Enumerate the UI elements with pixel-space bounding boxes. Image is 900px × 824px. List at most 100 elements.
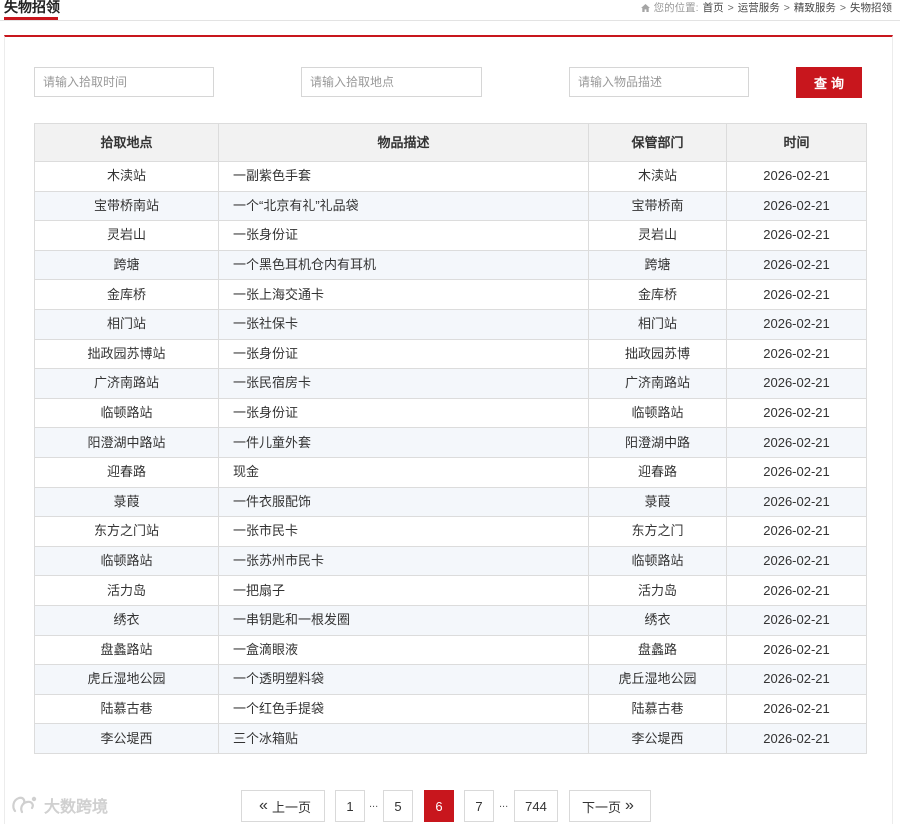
cell-time: 2026-02-21 [726,161,867,192]
cell-description: 一张身份证 [218,397,589,429]
cell-place: 灵岩山 [34,220,219,251]
table-row: 迎春路 现金 迎春路 2026-02-21 [34,456,867,488]
cell-place: 木渎站 [34,161,219,192]
cell-department: 迎春路 [588,456,727,488]
table-row: 绣衣 一串钥匙和一根发圈 绣衣 2026-02-21 [34,604,867,636]
cell-department: 广济南路站 [588,368,727,399]
cell-description: 一张上海交通卡 [218,279,589,310]
prev-page-button[interactable]: « 上一页 [241,790,325,822]
cell-description: 一个黑色耳机仓内有耳机 [218,249,589,281]
cell-place: 盘蠡路站 [34,634,219,666]
cell-department: 临顿路站 [588,545,727,577]
cell-description: 一张苏州市民卡 [218,545,589,577]
page-title: 失物招领 [4,0,60,15]
table-row: 金库桥 一张上海交通卡 金库桥 2026-02-21 [34,279,867,310]
cell-department: 木渎站 [588,161,727,192]
cell-description: 一件儿童外套 [218,427,589,458]
page-button-7[interactable]: 7 [464,790,494,822]
table-row: 相门站 一张社保卡 相门站 2026-02-21 [34,308,867,340]
cell-place: 李公堤西 [34,723,219,754]
lost-items-table-container: 拾取地点 物品描述 保管部门 时间 木渎站 一副紫色手套 木渎站 2026-02-21… [34,123,867,754]
table-row: 虎丘湿地公园 一个透明塑料袋 虎丘湿地公园 2026-02-21 [34,664,867,695]
cell-place: 广济南路站 [34,368,219,399]
cell-place: 菉葭 [34,486,219,518]
prev-page-label: 上一页 [271,799,311,815]
cell-place: 金库桥 [34,279,219,310]
item-description-input[interactable] [569,67,749,97]
cell-description: 一个透明塑料袋 [218,664,589,695]
cell-time: 2026-02-21 [726,545,867,577]
column-header-department: 保管部门 [588,123,727,162]
table-row: 阳澄湖中路站 一件儿童外套 阳澄湖中路 2026-02-21 [34,427,867,458]
cell-place: 宝带桥南站 [34,190,219,222]
breadcrumb-operations[interactable]: 运营服务 [738,1,780,15]
header-divider [0,20,900,21]
cell-department: 拙政园苏博 [588,338,727,370]
watermark: 大数跨境 [10,793,108,817]
table-row: 陆慕古巷 一个红色手提袋 陆慕古巷 2026-02-21 [34,693,867,725]
table-row: 广济南路站 一张民宿房卡 广济南路站 2026-02-21 [34,368,867,399]
cell-time: 2026-02-21 [726,308,867,340]
cell-time: 2026-02-21 [726,486,867,518]
cell-description: 一串钥匙和一根发圈 [218,604,589,636]
page-button-6-current[interactable]: 6 [424,790,454,822]
pickup-time-input[interactable] [34,67,214,97]
cell-department: 盘蠡路 [588,634,727,666]
cell-time: 2026-02-21 [726,368,867,399]
cell-place: 拙政园苏博站 [34,338,219,370]
cell-department: 东方之门 [588,516,727,547]
table-row: 盘蠡路站 一盒滴眼液 盘蠡路 2026-02-21 [34,634,867,666]
column-header-place: 拾取地点 [34,123,219,162]
cell-department: 相门站 [588,308,727,340]
cell-department: 菉葭 [588,486,727,518]
cell-place: 陆慕古巷 [34,693,219,725]
search-button[interactable]: 查询 [796,67,862,98]
cell-description: 一张社保卡 [218,308,589,340]
home-icon [640,4,650,12]
column-header-description: 物品描述 [218,123,589,162]
prev-arrow-icon: « [259,797,268,814]
table-row: 灵岩山 一张身份证 灵岩山 2026-02-21 [34,220,867,251]
pickup-place-input[interactable] [301,67,482,97]
cell-department: 金库桥 [588,279,727,310]
cell-description: 现金 [218,456,589,488]
cell-place: 阳澄湖中路站 [34,427,219,458]
watermark-logo-icon [12,796,37,814]
cell-description: 一张身份证 [218,220,589,251]
lost-items-table: 拾取地点 物品描述 保管部门 时间 木渎站 一副紫色手套 木渎站 2026-02-21… [34,123,867,754]
cell-description: 一张身份证 [218,338,589,370]
cell-description: 一张民宿房卡 [218,368,589,399]
cell-place: 绣衣 [34,604,219,636]
breadcrumb-lost-found[interactable]: 失物招领 [850,1,892,15]
column-header-time: 时间 [726,123,867,162]
breadcrumb: 您的位置: 首页 > 运营服务 > 精致服务 > 失物招领 [640,1,892,15]
cell-description: 一个红色手提袋 [218,693,589,725]
cell-description: 一个“北京有礼”礼品袋 [218,190,589,222]
breadcrumb-label: 您的位置: [653,2,699,14]
cell-place: 临顿路站 [34,397,219,429]
page-button-1[interactable]: 1 [335,790,365,822]
cell-place: 临顿路站 [34,545,219,577]
table-row: 拙政园苏博站 一张身份证 拙政园苏博 2026-02-21 [34,338,867,370]
table-row: 临顿路站 一张身份证 临顿路站 2026-02-21 [34,397,867,429]
cell-description: 一件衣服配饰 [218,486,589,518]
breadcrumb-services[interactable]: 精致服务 [794,1,836,15]
breadcrumb-home[interactable]: 首页 [703,1,724,15]
page-button-744[interactable]: 744 [514,790,558,822]
breadcrumb-separator: > [783,2,790,14]
page-button-5[interactable]: 5 [383,790,413,822]
cell-department: 李公堤西 [588,723,727,754]
cell-place: 迎春路 [34,456,219,488]
cell-place: 虎丘湿地公园 [34,664,219,695]
cell-time: 2026-02-21 [726,427,867,458]
next-page-button[interactable]: 下一页 » [569,790,651,822]
cell-place: 活力岛 [34,575,219,606]
table-row: 李公堤西 三个冰箱贴 李公堤西 2026-02-21 [34,723,867,754]
page-ellipsis: ... [499,798,509,810]
cell-time: 2026-02-21 [726,723,867,754]
cell-description: 一张市民卡 [218,516,589,547]
cell-description: 一盒滴眼液 [218,634,589,666]
table-row: 活力岛 一把扇子 活力岛 2026-02-21 [34,575,867,606]
table-row: 东方之门站 一张市民卡 东方之门 2026-02-21 [34,516,867,547]
cell-time: 2026-02-21 [726,279,867,310]
